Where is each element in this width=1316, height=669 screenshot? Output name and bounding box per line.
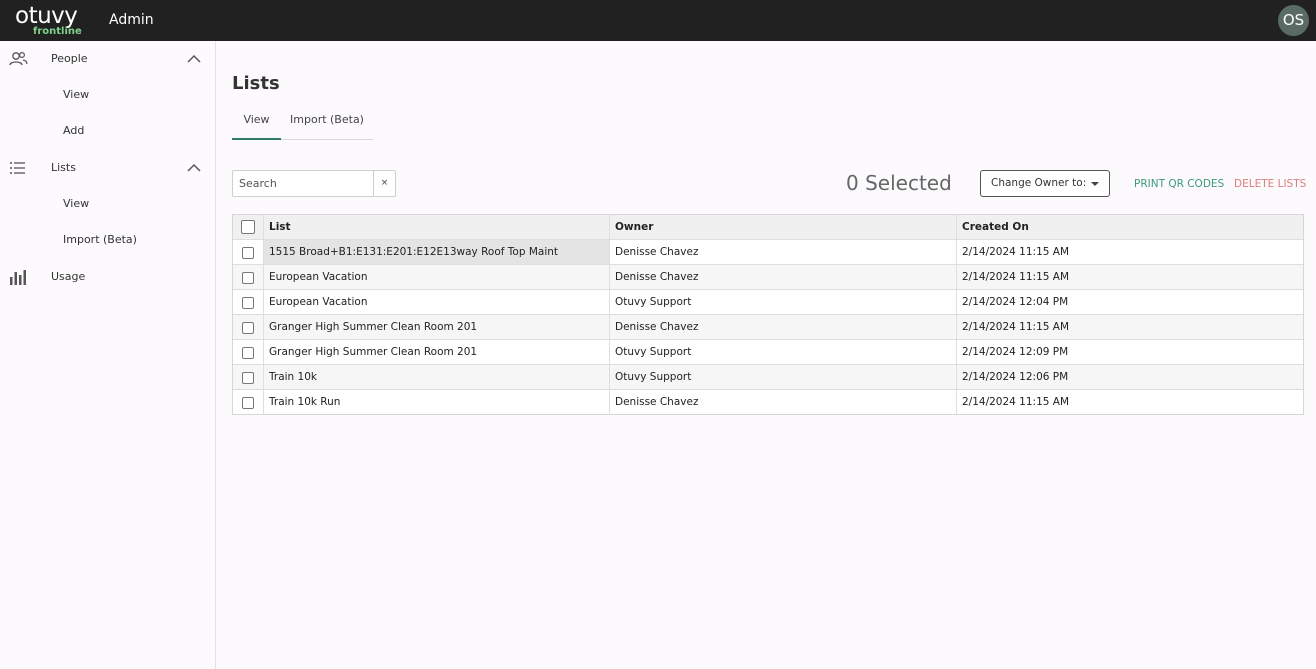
- list-icon: [10, 162, 25, 174]
- row-checkbox-cell: [233, 240, 264, 264]
- owner-cell: Otuvy Support: [610, 290, 957, 314]
- sidebar-item-people-add[interactable]: Add: [0, 113, 215, 149]
- change-owner-dropdown[interactable]: Change Owner to:: [980, 170, 1110, 197]
- row-checkbox[interactable]: [242, 247, 254, 259]
- table-row[interactable]: 1515 Broad+B1:E131:E201:E12E13way Roof T…: [233, 240, 1303, 265]
- page-title: Lists: [232, 73, 280, 94]
- list-name-cell[interactable]: European Vacation: [264, 290, 610, 314]
- app-title: Admin: [109, 12, 154, 28]
- created-on-cell: 2/14/2024 11:15 AM: [962, 396, 1070, 408]
- tab-import-beta[interactable]: Import (Beta): [290, 108, 364, 140]
- lists-table: List Owner Created On 1515 Broad+B1:E131…: [232, 214, 1304, 415]
- user-avatar[interactable]: OS: [1278, 5, 1309, 36]
- sidebar-item-people-view[interactable]: View: [0, 77, 215, 113]
- column-header-created-on[interactable]: Created On: [957, 215, 1303, 239]
- tab-bar: View Import (Beta): [232, 108, 373, 140]
- created-on-cell: 2/14/2024 11:15 AM: [962, 271, 1070, 283]
- owner-cell: Denisse Chavez: [610, 390, 957, 414]
- print-qr-codes-button[interactable]: PRINT QR CODES: [1134, 177, 1224, 191]
- top-bar: otuvy frontline Admin OS: [0, 0, 1316, 41]
- sidebar-item-people[interactable]: People: [0, 41, 215, 77]
- sidebar-item-label: People: [51, 52, 88, 65]
- row-checkbox-cell: [233, 265, 264, 289]
- table-row[interactable]: European Vacation Otuvy Support 2/14/202…: [233, 290, 1303, 315]
- column-header-list[interactable]: List: [264, 215, 610, 239]
- list-name-cell[interactable]: Train 10k: [264, 365, 610, 389]
- select-all-checkbox[interactable]: [241, 220, 255, 234]
- owner-cell: Otuvy Support: [610, 340, 957, 364]
- created-on-cell: 2/14/2024 12:09 PM: [962, 346, 1069, 358]
- owner-cell: Otuvy Support: [610, 365, 957, 389]
- people-icon: [9, 51, 28, 66]
- list-name-cell[interactable]: European Vacation: [264, 265, 610, 289]
- table-row[interactable]: Granger High Summer Clean Room 201 Denis…: [233, 315, 1303, 340]
- table-row[interactable]: Granger High Summer Clean Room 201 Otuvy…: [233, 340, 1303, 365]
- bar-chart-icon: [10, 270, 26, 285]
- tab-view[interactable]: View: [232, 108, 281, 140]
- row-checkbox-cell: [233, 390, 264, 414]
- row-checkbox-cell: [233, 290, 264, 314]
- row-checkbox[interactable]: [242, 272, 254, 284]
- sidebar-item-usage[interactable]: Usage: [0, 259, 215, 295]
- sidebar-subitem-label: Import (Beta): [63, 233, 137, 246]
- table-header-row: List Owner Created On: [233, 215, 1303, 240]
- sidebar-item-label: Lists: [51, 161, 76, 174]
- table-row[interactable]: Train 10k Run Denisse Chavez 2/14/2024 1…: [233, 390, 1303, 415]
- list-name-cell[interactable]: Granger High Summer Clean Room 201: [264, 315, 610, 339]
- list-name-cell[interactable]: Granger High Summer Clean Room 201: [264, 340, 610, 364]
- owner-cell: Denisse Chavez: [610, 315, 957, 339]
- chevron-up-icon[interactable]: [186, 161, 202, 175]
- search-box: ×: [232, 170, 396, 197]
- row-checkbox[interactable]: [242, 397, 254, 409]
- row-checkbox-cell: [233, 315, 264, 339]
- sidebar: People View Add Lists View Import (Beta): [0, 41, 216, 669]
- column-header-owner[interactable]: Owner: [610, 215, 957, 239]
- owner-cell: Denisse Chavez: [610, 240, 957, 264]
- created-on-cell: 2/14/2024 11:15 AM: [962, 321, 1070, 333]
- search-clear-button[interactable]: ×: [373, 171, 395, 196]
- change-owner-label: Change Owner to:: [991, 177, 1087, 189]
- sidebar-subitem-label: View: [63, 197, 90, 210]
- header-checkbox-cell: [233, 215, 264, 239]
- row-checkbox[interactable]: [242, 372, 254, 384]
- logo-subtext: frontline: [33, 26, 82, 37]
- row-checkbox-cell: [233, 340, 264, 364]
- sidebar-item-label: Usage: [51, 270, 86, 283]
- chevron-up-icon[interactable]: [186, 52, 202, 66]
- sidebar-subitem-label: Add: [63, 124, 85, 137]
- row-checkbox-cell: [233, 365, 264, 389]
- row-checkbox[interactable]: [242, 322, 254, 334]
- selected-count: 0 Selected: [846, 171, 952, 195]
- owner-cell: Denisse Chavez: [610, 265, 957, 289]
- sidebar-item-lists-view[interactable]: View: [0, 186, 215, 222]
- search-input[interactable]: [233, 171, 373, 196]
- created-on-cell: 2/14/2024 12:06 PM: [962, 371, 1069, 383]
- sidebar-item-lists-import[interactable]: Import (Beta): [0, 222, 215, 258]
- row-checkbox[interactable]: [242, 347, 254, 359]
- table-row[interactable]: European Vacation Denisse Chavez 2/14/20…: [233, 265, 1303, 290]
- created-on-cell: 2/14/2024 12:04 PM: [962, 296, 1069, 308]
- created-on-cell: 2/14/2024 11:15 AM: [962, 246, 1070, 258]
- sidebar-item-lists[interactable]: Lists: [0, 150, 215, 186]
- caret-down-icon: [1091, 182, 1099, 186]
- delete-lists-button[interactable]: DELETE LISTS: [1234, 177, 1306, 191]
- sidebar-subitem-label: View: [63, 88, 90, 101]
- table-row[interactable]: Train 10k Otuvy Support 2/14/2024 12:06 …: [233, 365, 1303, 390]
- list-name-cell[interactable]: Train 10k Run: [264, 390, 610, 414]
- otuvy-logo[interactable]: otuvy frontline: [15, 2, 95, 38]
- row-checkbox[interactable]: [242, 297, 254, 309]
- list-name-cell[interactable]: 1515 Broad+B1:E131:E201:E12E13way Roof T…: [264, 240, 610, 264]
